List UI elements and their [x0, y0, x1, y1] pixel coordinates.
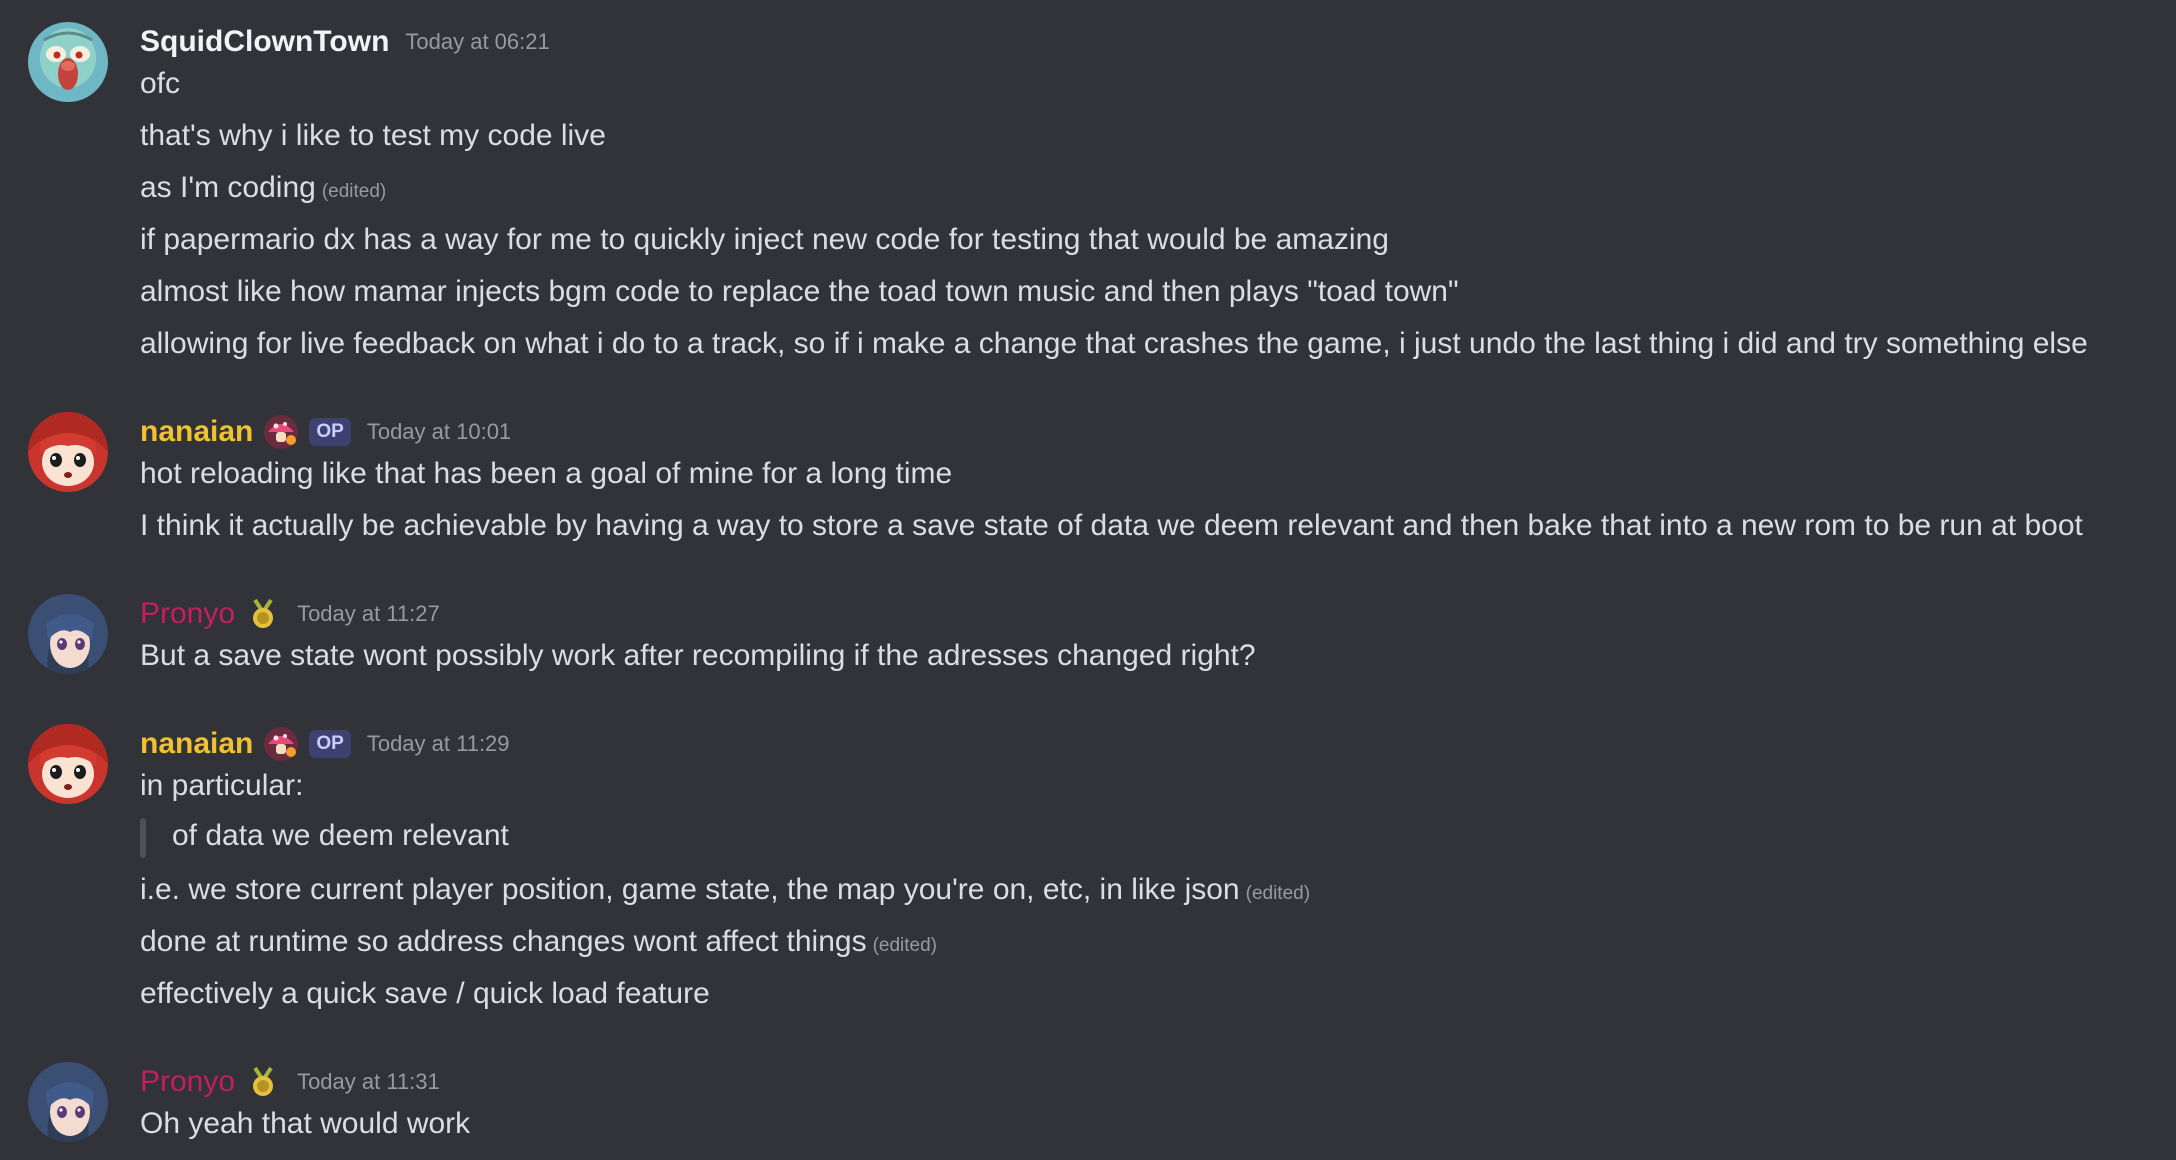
message-header: nanaian OP Today at 10:01: [140, 410, 511, 454]
squidward-avatar-icon: [28, 22, 108, 102]
medal-icon: [245, 1064, 281, 1100]
edited-marker: (edited): [1245, 883, 1311, 904]
medal-icon: [245, 596, 281, 632]
timestamp[interactable]: Today at 11:27: [297, 592, 440, 636]
anime-girl-red-hair-avatar-icon: [28, 412, 108, 492]
message-line: hot reloading like that has been a goal …: [140, 457, 953, 490]
timestamp[interactable]: Today at 11:29: [367, 722, 510, 766]
message-header: SquidClownTown Today at 06:21: [140, 20, 550, 64]
username[interactable]: nanaian: [140, 722, 253, 766]
message-line: if papermario dx has a way for me to qui…: [140, 223, 1389, 256]
edited-marker: (edited): [872, 935, 937, 956]
message-line: I think it actually be achievable by hav…: [140, 509, 2083, 542]
message-line: allowing for live feedback on what i do …: [140, 327, 2088, 360]
message-line: in particular:: [140, 769, 304, 802]
message-line: effectively a quick save / quick load fe…: [140, 977, 710, 1010]
message-line: i.e. we store current player position, g…: [140, 873, 1311, 906]
op-tag: OP: [309, 418, 351, 446]
avatar[interactable]: [28, 22, 108, 102]
avatar[interactable]: [28, 412, 108, 492]
quote-text: of data we deem relevant: [172, 819, 509, 852]
message-line: But a save state wont possibly work afte…: [140, 639, 1256, 672]
message-line: almost like how mamar injects bgm code t…: [140, 275, 1459, 308]
message-header: nanaian OP Today at 11:29: [140, 722, 510, 766]
anime-girl-blue-hair-avatar-icon: [28, 1062, 108, 1142]
anime-girl-blue-hair-avatar-icon: [28, 594, 108, 674]
timestamp[interactable]: Today at 06:21: [405, 20, 549, 64]
timestamp[interactable]: Today at 11:31: [297, 1060, 440, 1104]
mushroom-icon: [263, 726, 299, 762]
quote-bar: [140, 818, 146, 858]
username[interactable]: SquidClownTown: [140, 20, 389, 64]
anime-girl-red-hair-avatar-icon: [28, 724, 108, 804]
timestamp[interactable]: Today at 10:01: [367, 410, 511, 454]
username[interactable]: nanaian: [140, 410, 253, 454]
avatar[interactable]: [28, 594, 108, 674]
message-feed: SquidClownTown Today at 06:21 ofc that's…: [0, 0, 2176, 1160]
edited-marker: (edited): [321, 181, 387, 202]
op-tag: OP: [309, 730, 351, 758]
username[interactable]: Pronyo: [140, 1060, 235, 1104]
message-header: Pronyo Today at 11:27: [140, 592, 440, 636]
message-line: done at runtime so address changes wont …: [140, 925, 937, 958]
message-line: as I'm coding (edited): [140, 171, 387, 204]
message-header: Pronyo Today at 11:31: [140, 1060, 440, 1104]
message-line: Oh yeah that would work: [140, 1107, 471, 1140]
message-line: ofc: [140, 67, 181, 100]
mushroom-icon: [263, 414, 299, 450]
username[interactable]: Pronyo: [140, 592, 235, 636]
avatar[interactable]: [28, 724, 108, 804]
message-line: that's why i like to test my code live: [140, 119, 606, 152]
avatar[interactable]: [28, 1062, 108, 1142]
